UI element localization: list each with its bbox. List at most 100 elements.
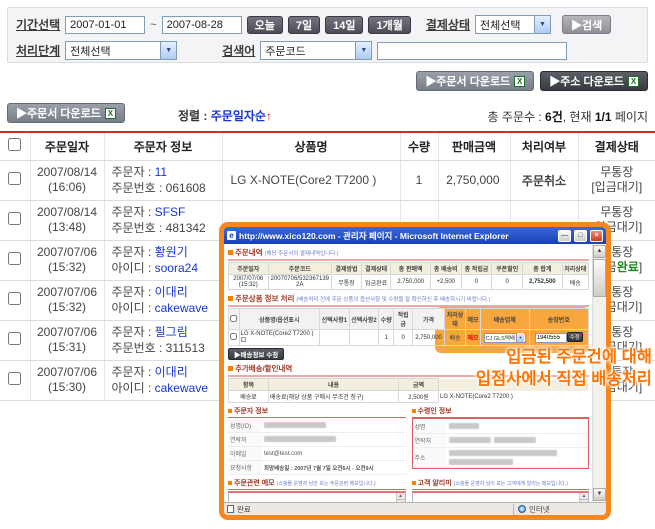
- internet-zone: 인터넷: [513, 504, 603, 515]
- order-memo-section: 주문관련 메모 (쇼핑몰 운영자 님만 보는 주문관련 메모입니다.) ▲▼: [228, 478, 406, 502]
- bullet-icon: [228, 296, 233, 301]
- delivery-request: 희망배송일 : 2007년 7월 7일 오전6시 - 오전9시: [262, 461, 406, 475]
- sort-arrow-up-icon: ↑: [266, 109, 272, 123]
- scroll-up-icon[interactable]: ▲: [397, 493, 405, 500]
- popup-titlebar[interactable]: e http://www.xico120.com - 관리자 페이지 - Mic…: [224, 227, 606, 244]
- status-text: 완료: [237, 504, 251, 515]
- redacted-value: [449, 459, 513, 465]
- items-table-wrap: 상품명/옵션표시 선택사항1 선택사항2 수량 적립금 가격 처리상태 메모 배…: [228, 308, 589, 346]
- view-product-icon[interactable]: [241, 337, 246, 342]
- table-row: 2007/08/14(16:06) 주문자 : 11주문번호 : 061608 …: [0, 160, 655, 200]
- redacted-value: [449, 423, 479, 429]
- address-download-button[interactable]: ▶주소 다운로드 X: [540, 71, 648, 91]
- orderer-info: 주문자 정보 성명(ID) 연락처 이메일test@test.com 요청사항희…: [228, 406, 406, 475]
- shipping-update-button[interactable]: ▶배송정보 수정: [228, 348, 284, 360]
- keyword-input[interactable]: [377, 42, 567, 60]
- sort-value-link[interactable]: 주문일자순: [211, 109, 266, 123]
- row-checkbox[interactable]: [8, 252, 21, 265]
- globe-icon: [518, 505, 526, 513]
- quick-14days-button[interactable]: 14일: [325, 16, 363, 34]
- filter-row-2: 처리단계 전체선택 ▼ 검색어 주문코드 ▼: [16, 39, 639, 62]
- chevron-down-icon: ▼: [355, 42, 371, 59]
- items-select-all-checkbox[interactable]: [230, 315, 237, 322]
- customer-notice-section: 고객 알리미 (쇼핑몰 운영자 님이 보는 고객에게 알리는 메모입니다.) ▲…: [412, 478, 590, 502]
- order-admin-page: 기간선택 ~ 오늘 7일 14일 1개월 결제상태 전체선택 ▼ ▶검색 처리단…: [0, 0, 655, 529]
- row-checkbox[interactable]: [8, 172, 21, 185]
- period-label: 기간선택: [16, 16, 60, 33]
- bullet-icon: [228, 366, 233, 371]
- search-filter-panel: 기간선택 ~ 오늘 7일 14일 1개월 결제상태 전체선택 ▼ ▶검색 처리단…: [7, 7, 648, 63]
- select-all-checkbox[interactable]: [8, 138, 21, 151]
- ie-page-icon: e: [227, 231, 236, 240]
- quick-7days-button[interactable]: 7일: [288, 16, 320, 34]
- invoice-edit-button[interactable]: 수정: [567, 332, 583, 342]
- order-download-button[interactable]: ▶주문서 다운로드 X: [416, 71, 534, 91]
- bullet-icon: [412, 481, 416, 485]
- memo-columns: 주문관련 메모 (쇼핑몰 운영자 님만 보는 주문관련 메모입니다.) ▲▼ 고…: [228, 478, 589, 502]
- invoice-number-input[interactable]: [535, 333, 567, 343]
- col-payment-status: 결제상태: [578, 132, 655, 160]
- orderer-name-link[interactable]: 이대리: [155, 365, 188, 379]
- stage-select[interactable]: 전체선택 ▼: [65, 41, 177, 60]
- items-section-title: 주문상품 정보 처리 (배송처리 전에 주문 상품의 옵션사항 및 수량을 잘 …: [228, 293, 589, 307]
- order-items-table: 상품명/옵션표시 선택사항1 선택사항2 수량 적립금 가격 처리상태 메모 배…: [228, 308, 589, 346]
- chevron-down-icon: ▼: [534, 16, 550, 33]
- scroll-up-icon[interactable]: ▲: [593, 245, 606, 258]
- invoice-cell: 수정: [529, 330, 588, 346]
- date-from-input[interactable]: [65, 16, 145, 34]
- row-checkbox[interactable]: [8, 332, 21, 345]
- scroll-up-icon[interactable]: ▲: [580, 493, 588, 500]
- row-checkbox[interactable]: [8, 212, 21, 225]
- scroll-down-icon[interactable]: ▼: [593, 488, 606, 501]
- mini-scrollbar[interactable]: ▲▼: [579, 493, 588, 502]
- item-product-cell: LG X-NOTE(Core2 T7200 ): [239, 330, 319, 346]
- scrollbar-thumb[interactable]: [593, 259, 606, 297]
- chevron-down-icon: ▼: [160, 42, 176, 59]
- mini-scrollbar[interactable]: ▲▼: [396, 493, 405, 502]
- item-checkbox[interactable]: [230, 333, 237, 340]
- bullet-icon: [412, 409, 416, 413]
- row-checkbox[interactable]: [8, 292, 21, 305]
- sort-indicator: 정렬 : 주문일자순↑: [178, 107, 272, 124]
- orderer-name-link[interactable]: 필그림: [155, 325, 188, 339]
- quick-today-button[interactable]: 오늘: [247, 16, 283, 34]
- orderer-title: 주문자 정보: [228, 406, 406, 418]
- orderer-name-link[interactable]: 11: [155, 165, 167, 179]
- orderer-name-link[interactable]: 이대리: [155, 285, 188, 299]
- redacted-value: [494, 437, 536, 443]
- orderer-id-link[interactable]: cakewave: [155, 381, 208, 395]
- orderer-id-link[interactable]: cakewave: [155, 301, 208, 315]
- row-checkbox[interactable]: [8, 372, 21, 385]
- order-memo-textarea[interactable]: ▲▼: [228, 491, 406, 502]
- col-order-date: 주문일자: [30, 132, 104, 160]
- download-buttons-row: ▶주문서 다운로드 X ▶주소 다운로드 X: [416, 71, 648, 91]
- excel-icon: X: [105, 108, 116, 119]
- orderer-name-link[interactable]: 황원기: [155, 245, 188, 259]
- minimize-button[interactable]: —: [558, 230, 571, 242]
- customer-notice-textarea[interactable]: ▲▼: [412, 491, 590, 502]
- keyword-type-select[interactable]: 주문코드 ▼: [260, 41, 372, 60]
- redacted-value: [264, 422, 326, 428]
- quick-1month-button[interactable]: 1개월: [368, 16, 410, 34]
- popup-statusbar: 완료 인터넷: [224, 502, 606, 515]
- col-product-name: 상품명: [222, 132, 400, 160]
- courier-select[interactable]: CJ GLS택배▼: [484, 333, 526, 343]
- payment-status-label: 결제상태: [426, 16, 470, 33]
- close-icon[interactable]: ×: [590, 230, 603, 242]
- maximize-button[interactable]: □: [574, 230, 587, 242]
- date-to-input[interactable]: [162, 16, 242, 34]
- document-icon: [227, 505, 234, 513]
- payment-status-select[interactable]: 전체선택 ▼: [475, 15, 551, 34]
- popup-title: http://www.xico120.com - 관리자 페이지 - Micro…: [239, 230, 555, 242]
- list-toolbar: ▶주문서 다운로드 X 정렬 : 주문일자순↑ 총 주문수 : 6건, 현재 1…: [7, 103, 648, 127]
- col-amount: 판매금액: [438, 132, 510, 160]
- customer-notice-title: 고객 알리미 (쇼핑몰 운영자 님이 보는 고객에게 알리는 메모입니다.): [412, 478, 590, 490]
- orderer-id-link[interactable]: soora24: [155, 261, 198, 275]
- date-range-separator: ~: [150, 19, 156, 31]
- memo-link[interactable]: 메모: [466, 330, 481, 346]
- search-button[interactable]: ▶검색: [562, 15, 611, 34]
- keyword-label: 검색어: [222, 42, 255, 59]
- order-download-list-button[interactable]: ▶주문서 다운로드 X: [7, 103, 125, 123]
- orderer-name-link[interactable]: SFSF: [155, 205, 186, 219]
- excel-icon: X: [628, 76, 639, 87]
